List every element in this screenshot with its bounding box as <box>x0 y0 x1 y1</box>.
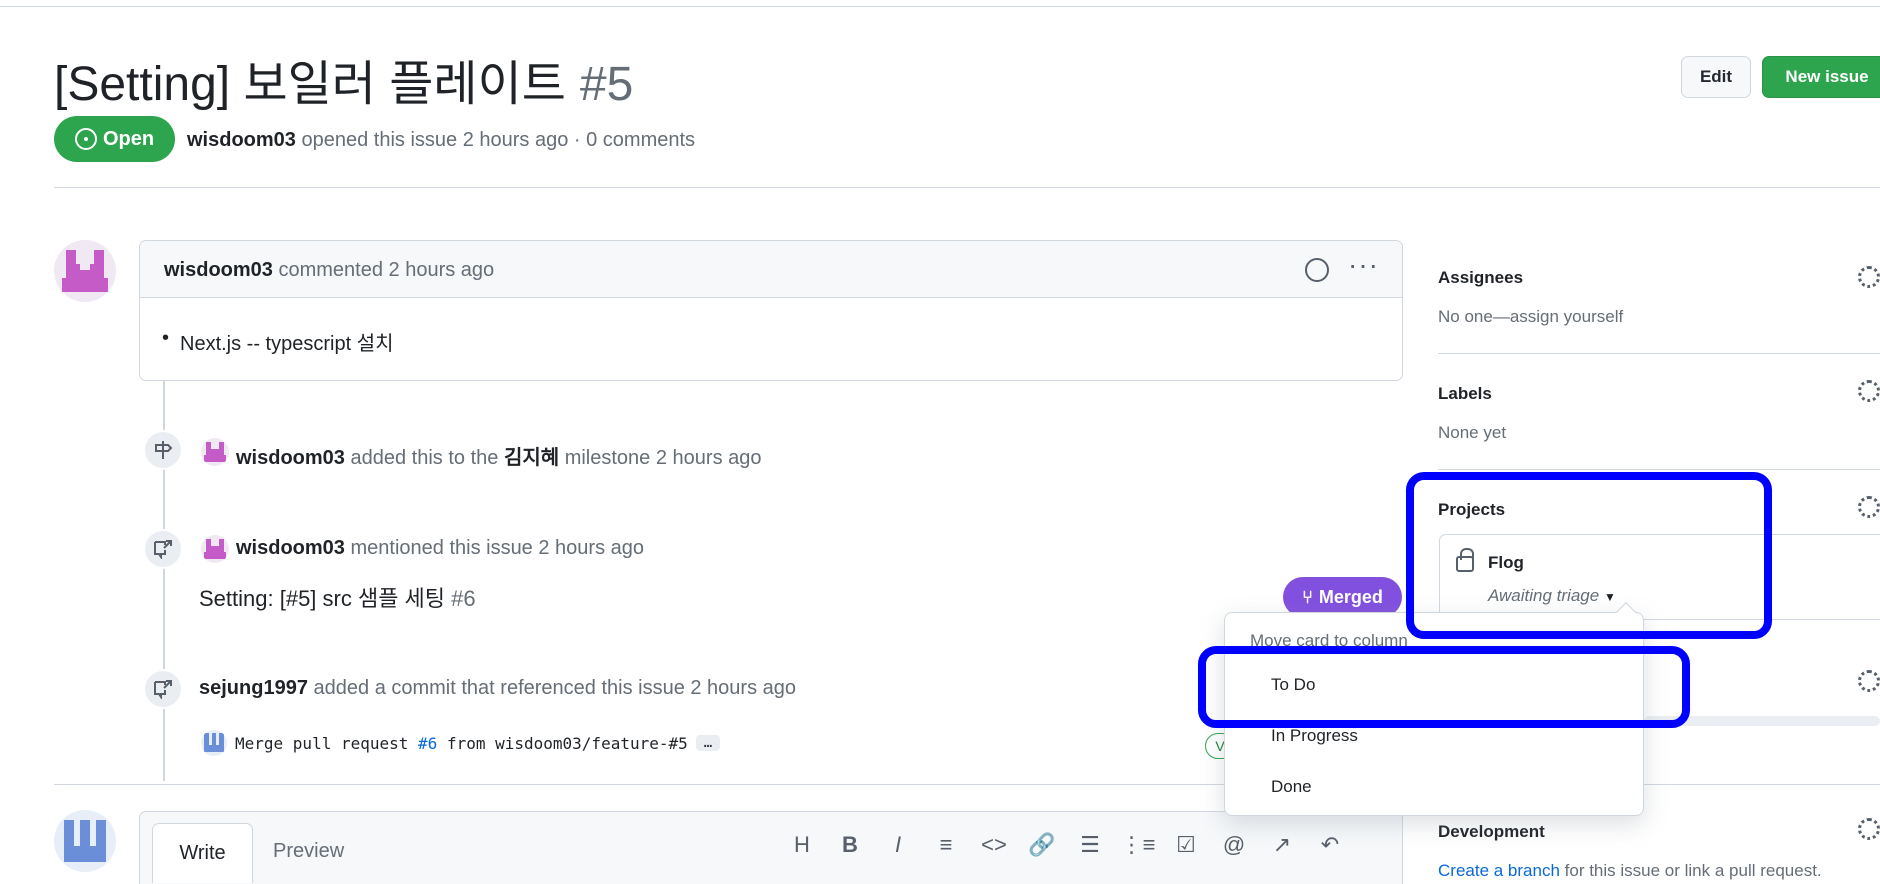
cross-reference-icon <box>143 529 183 569</box>
comment-time: commented 2 hours ago <box>278 259 495 281</box>
sidebar-assignees-title: Assignees <box>1438 268 1524 287</box>
issue-title-text: [Setting] 보일러 플레이트 <box>54 58 566 111</box>
bold-icon[interactable]: B <box>826 832 874 858</box>
gear-icon[interactable] <box>1858 670 1880 692</box>
avatar[interactable] <box>54 240 116 302</box>
sidebar-development-title: Development <box>1438 822 1545 841</box>
commit-row: Merge pull request #6 from wisdoom03/fea… <box>201 730 721 756</box>
avatar[interactable] <box>54 810 116 872</box>
milestone-link[interactable]: 김지혜 <box>504 447 559 469</box>
event-text: mentioned this issue 2 hours ago <box>350 537 644 559</box>
event-text: added a commit that referenced this issu… <box>313 677 797 699</box>
avatar[interactable] <box>201 535 229 563</box>
edit-button[interactable]: Edit <box>1681 56 1751 98</box>
merged-badge: ⑂ Merged <box>1283 577 1402 617</box>
header-divider <box>54 187 1880 188</box>
event-actor[interactable]: wisdoom03 <box>236 537 345 559</box>
heading-icon[interactable]: H <box>778 832 826 858</box>
comment-card: wisdoom03 commented 2 hours ago ··· Next… <box>139 240 1403 381</box>
status-badge: Open <box>54 116 175 162</box>
event-text: milestone 2 hours ago <box>564 447 762 469</box>
italic-icon[interactable]: I <box>874 832 922 858</box>
pr-title-text: Setting: [#5] src 샘플 세팅 <box>199 586 446 611</box>
cross-reference-icon[interactable]: ↗ <box>1258 832 1306 858</box>
merged-badge-label: Merged <box>1318 586 1383 607</box>
gear-icon[interactable] <box>1858 818 1880 840</box>
commit-pr-link[interactable]: #6 <box>418 734 437 753</box>
sidebar-development-text: for this issue or link a pull request. <box>1564 861 1822 880</box>
link-icon[interactable]: 🔗 <box>1018 832 1066 858</box>
sidebar-divider <box>1438 353 1880 354</box>
sidebar-labels-value: None yet <box>1438 423 1507 442</box>
mention-icon[interactable]: @ <box>1210 832 1258 858</box>
new-issue-button[interactable]: New issue <box>1762 56 1880 98</box>
avatar[interactable] <box>201 730 227 756</box>
milestone-icon <box>143 430 183 470</box>
tab-preview[interactable]: Preview <box>273 840 344 863</box>
top-border <box>0 6 1880 7</box>
highlight-box-projects <box>1406 472 1772 639</box>
sidebar-divider <box>1438 469 1880 470</box>
gear-icon[interactable] <box>1858 380 1880 402</box>
highlight-box-to-do <box>1198 646 1690 728</box>
task-list-icon[interactable]: ☑ <box>1162 832 1210 858</box>
issue-open-icon <box>74 128 97 150</box>
avatar[interactable] <box>201 438 229 466</box>
bulleted-list-icon[interactable]: ☰ <box>1066 832 1114 858</box>
menu-item-done[interactable]: Done <box>1271 777 1312 797</box>
pr-number: #6 <box>451 586 476 611</box>
quote-icon[interactable]: ≡ <box>922 832 970 858</box>
cross-reference-icon <box>143 669 183 709</box>
markdown-toolbar: H B I ≡ <> 🔗 ☰ ⋮≡ ☑ @ ↗ ↶ <box>778 832 1354 858</box>
commit-message[interactable]: Merge pull request #6 from wisdoom03/fea… <box>235 734 688 753</box>
comment-author-link[interactable]: wisdoom03 <box>164 259 273 281</box>
issue-number: #5 <box>579 58 634 111</box>
comment-author: wisdoom03 commented 2 hours ago <box>164 259 494 282</box>
expand-commit-button[interactable]: … <box>695 735 721 751</box>
code-icon[interactable]: <> <box>970 832 1018 858</box>
numbered-list-icon[interactable]: ⋮≡ <box>1114 832 1162 858</box>
create-branch-link[interactable]: Create a branch <box>1438 861 1560 880</box>
merge-icon: ⑂ <box>1302 586 1313 607</box>
status-badge-label: Open <box>102 127 155 150</box>
event-text: added this to the <box>350 447 499 469</box>
gear-icon[interactable] <box>1858 266 1880 288</box>
issue-title: [Setting] 보일러 플레이트 #5 <box>54 44 633 114</box>
comment-body: Next.js -- typescript 설치 <box>162 327 393 356</box>
milestone-event-text: wisdoom03 added this to the 김지혜 mileston… <box>236 441 762 470</box>
tab-write[interactable]: Write <box>152 823 253 883</box>
pr-title-link[interactable]: Setting: [#5] src 샘플 세팅 #6 <box>199 581 476 613</box>
sidebar-development-value: Create a branch for this issue or link a… <box>1438 861 1880 881</box>
comment-header: wisdoom03 commented 2 hours ago ··· <box>140 241 1402 298</box>
more-options-icon[interactable]: ··· <box>1348 249 1379 281</box>
mention-event-text: wisdoom03 mentioned this issue 2 hours a… <box>236 537 644 560</box>
issue-meta-text: opened this issue 2 hours ago · 0 commen… <box>301 129 696 151</box>
commit-message-text: from wisdoom03/feature-#5 <box>446 733 688 753</box>
issue-author-link[interactable]: wisdoom03 <box>187 129 296 151</box>
gear-icon[interactable] <box>1858 496 1880 518</box>
event-actor[interactable]: sejung1997 <box>199 677 308 699</box>
sidebar-assignees-value[interactable]: No one—assign yourself <box>1438 307 1880 327</box>
saved-replies-icon[interactable]: ↶ <box>1306 832 1354 858</box>
sidebar-labels-title: Labels <box>1438 384 1492 403</box>
smiley-icon[interactable] <box>1305 258 1329 282</box>
event-actor[interactable]: wisdoom03 <box>236 447 345 469</box>
commit-event-text: sejung1997 added a commit that reference… <box>199 677 796 700</box>
issue-meta: wisdoom03 opened this issue 2 hours ago … <box>187 129 695 152</box>
menu-item-in-progress[interactable]: In Progress <box>1271 726 1358 746</box>
commit-message-text: Merge pull request <box>235 733 409 753</box>
